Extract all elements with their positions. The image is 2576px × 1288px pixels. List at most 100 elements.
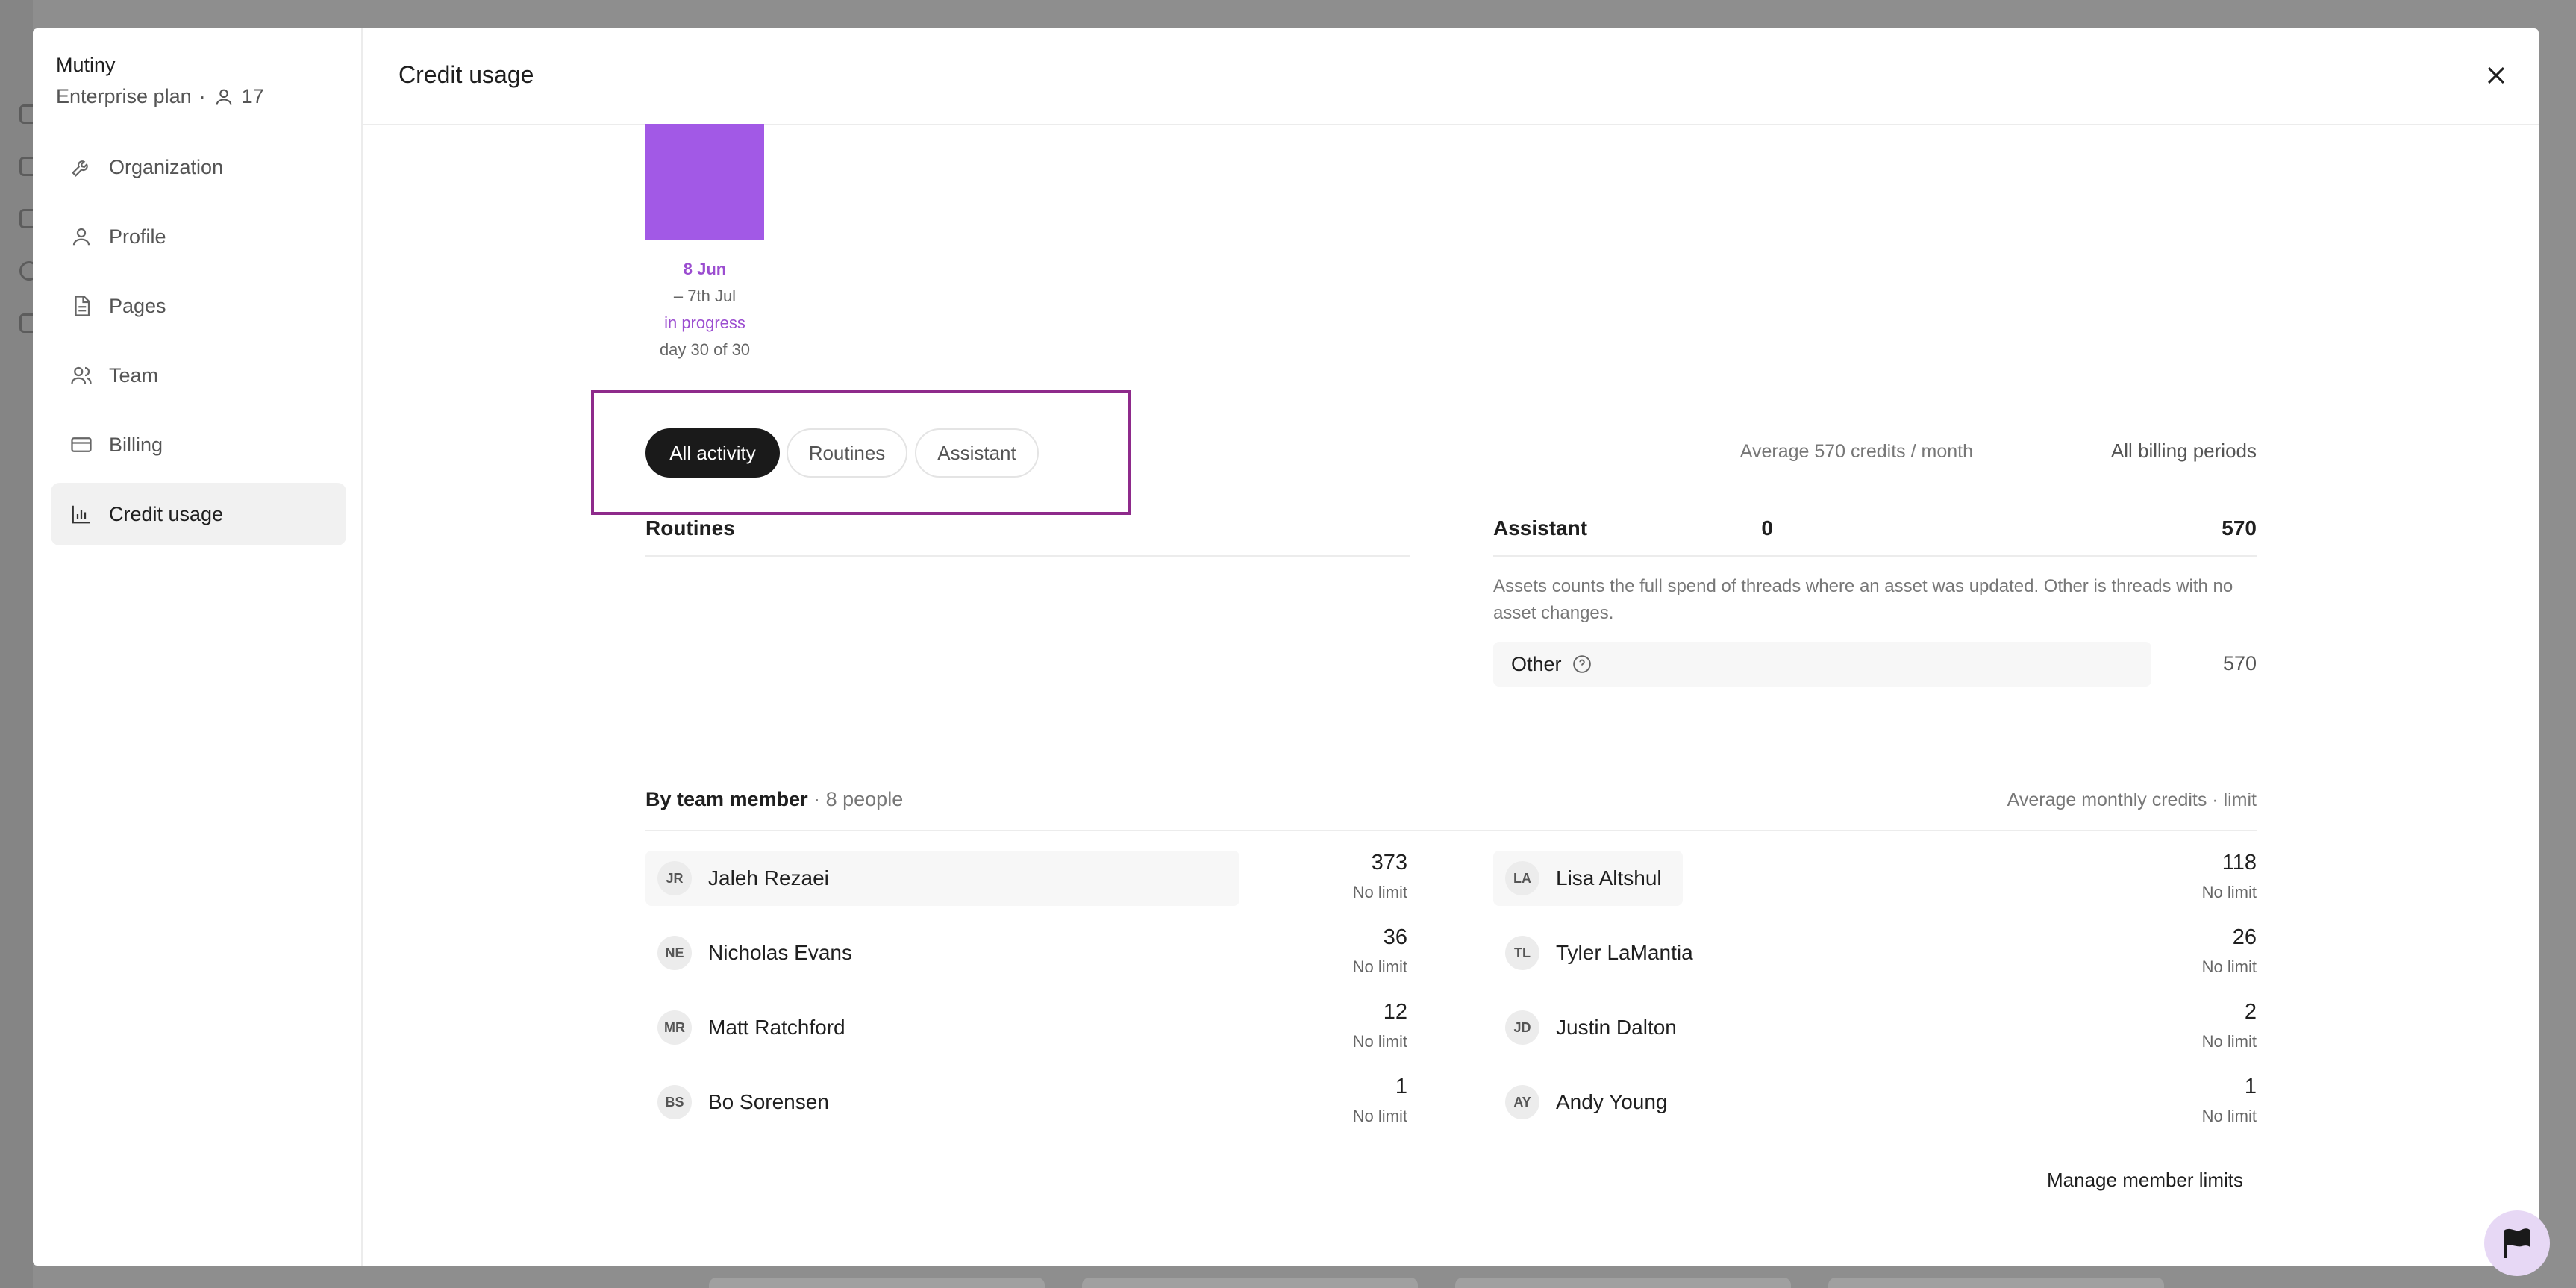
member-name: Lisa Altshul [1556,866,1662,890]
member-limit: No limit [1352,1032,1407,1051]
member-credits: 1 [2244,1075,2257,1098]
nav-label: Credit usage [109,502,224,525]
manage-member-limits-button[interactable]: Manage member limits [2047,1169,2243,1192]
period-start: 8 Jun [683,260,727,278]
nav-item-organization[interactable]: Organization [51,136,346,198]
document-icon [75,296,90,316]
settings-sidebar: Mutiny Enterprise plan · 17 Organization… [33,28,363,1266]
nav-item-profile[interactable]: Profile [51,205,346,268]
avatar: LA [1505,861,1539,895]
filter-assistant[interactable]: Assistant [915,428,1039,478]
routines-total: 0 [1761,516,1773,540]
nav-label: Pages [109,294,166,317]
nav-label: Profile [109,225,166,248]
nav-item-billing[interactable]: Billing [51,413,346,476]
member-row[interactable]: JD Justin Dalton [1493,1000,2087,1055]
member-credits: 2 [2244,1000,2257,1024]
filter-all-activity[interactable]: All activity [645,428,780,478]
member-limit: No limit [1352,1107,1407,1125]
member-name: Andy Young [1556,1090,1668,1113]
avatar: AY [1505,1085,1539,1119]
assistant-total: 570 [2222,516,2257,540]
period-bar[interactable] [645,124,764,240]
settings-nav: Organization Profile Pages Team Billing … [51,136,346,552]
filter-routines[interactable]: Routines [787,428,907,478]
member-row[interactable]: BS Bo Sorensen [645,1075,1239,1130]
member-credits: 1 [1395,1075,1407,1098]
nav-label: Team [109,363,159,387]
member-row[interactable]: NE Nicholas Evans [645,925,1239,981]
close-icon[interactable] [2483,63,2509,88]
divider [645,555,1410,557]
member-row[interactable]: LA Lisa Altshul [1493,851,1683,906]
member-limit: No limit [2201,1032,2257,1051]
panel-header: Credit usage [363,28,2539,125]
routines-title: Routines [645,516,735,540]
bar-chart-icon [72,505,90,524]
plan-separator: · [198,85,206,107]
org-plan: Enterprise plan · 17 [56,85,264,108]
users-icon [71,366,92,384]
background-tab [709,1278,1045,1288]
wrench-icon [72,160,88,177]
assistant-title: Assistant [1493,516,1588,540]
member-name: Jaleh Rezaei [708,866,829,890]
user-icon [216,89,231,105]
org-name: Mutiny [56,54,116,76]
avatar: BS [657,1085,692,1119]
member-name: Nicholas Evans [708,941,852,964]
nav-item-credit-usage[interactable]: Credit usage [51,483,346,545]
other-row[interactable]: Other [1493,642,2151,687]
team-section-title: By team member · 8 people [645,788,903,811]
member-credits: 118 [2222,851,2257,875]
feedback-button[interactable] [2484,1210,2550,1276]
member-name: Tyler LaMantia [1556,941,1693,964]
avatar: TL [1505,936,1539,970]
nav-label: Billing [109,433,163,456]
member-credits: 26 [2232,925,2257,949]
page-title: Credit usage [398,61,534,88]
team-title: By team member [645,788,808,810]
member-name: Bo Sorensen [708,1090,829,1113]
credit-card-icon [71,437,92,452]
help-icon[interactable] [1572,654,1592,674]
average-credits: Average 570 credits / month [1739,441,1973,462]
member-limit: No limit [2201,883,2257,901]
member-row[interactable]: TL Tyler LaMantia [1493,925,2087,981]
member-credits: 373 [1371,851,1407,875]
period-status: in progress [664,313,745,332]
member-name: Justin Dalton [1556,1016,1677,1039]
divider [1493,555,2257,557]
avatar: MR [657,1010,692,1045]
billing-period-select[interactable]: All billing periods [2111,440,2257,463]
avatar: JD [1505,1010,1539,1045]
other-label: Other [1511,652,1562,675]
nav-item-team[interactable]: Team [51,344,346,407]
background-app-rail [0,0,39,1288]
nav-label: Organization [109,155,224,178]
flag-icon [2504,1228,2530,1258]
background-tab [1082,1278,1418,1288]
team-metric-label: Average monthly credits · limit [2007,790,2257,810]
member-count: 17 [241,85,264,107]
member-credits: 36 [1383,925,1407,949]
member-name: Matt Ratchford [708,1016,845,1039]
period-day: day 30 of 30 [659,340,751,359]
other-value: 570 [2222,652,2257,675]
member-limit: No limit [1352,957,1407,976]
member-row[interactable]: AY Andy Young [1493,1075,2087,1130]
member-row[interactable]: JR Jaleh Rezaei [645,851,1239,906]
member-row[interactable]: MR Matt Ratchford [645,1000,1239,1055]
member-credits: 12 [1383,1000,1407,1024]
member-limit: No limit [1352,883,1407,901]
avatar: JR [657,861,692,895]
nav-item-pages[interactable]: Pages [51,275,346,337]
settings-modal: Mutiny Enterprise plan · 17 Organization… [33,28,2539,1266]
team-count: · 8 people [813,788,904,810]
plan-name: Enterprise plan [56,85,192,107]
member-limit: No limit [2201,1107,2257,1125]
member-limit: No limit [2201,957,2257,976]
background-tab [1828,1278,2164,1288]
avatar: NE [657,936,692,970]
assistant-description: Assets counts the full spend of threads … [1493,576,2233,623]
